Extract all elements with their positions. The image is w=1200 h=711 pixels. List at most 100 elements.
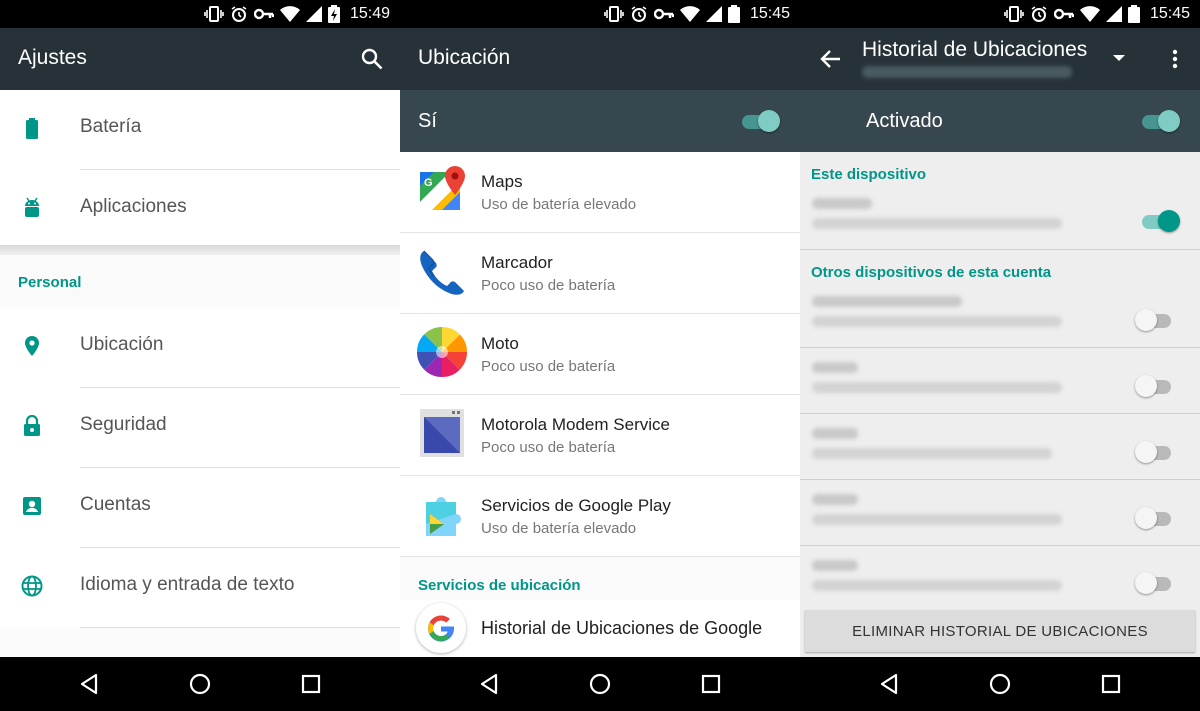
device-toggle[interactable] xyxy=(1140,209,1180,233)
list-item-marcador[interactable]: Marcador Poco uso de batería xyxy=(400,233,800,314)
settings-item-label: Ubicación xyxy=(80,334,164,355)
device-row[interactable] xyxy=(800,546,1200,612)
recents-nav-icon[interactable] xyxy=(697,670,725,698)
signal-icon xyxy=(1105,6,1122,22)
account-icon xyxy=(23,497,41,515)
alarm-icon xyxy=(1031,6,1047,22)
status-bar: 15:45 xyxy=(400,0,800,28)
settings-item-bateria[interactable]: Batería xyxy=(0,90,400,170)
vibrate-icon xyxy=(1004,6,1024,22)
account-dropdown-button[interactable] xyxy=(1105,44,1133,72)
location-history-screen: 15:45 Historial de Ubicaciones Activado … xyxy=(800,0,1200,711)
key-icon xyxy=(253,8,274,20)
location-pin-icon xyxy=(25,336,39,356)
app-bar: Historial de Ubicaciones xyxy=(800,28,1200,90)
app-name: Moto xyxy=(481,334,519,353)
section-header-personal: Personal xyxy=(18,274,82,291)
home-nav-icon[interactable] xyxy=(986,670,1014,698)
home-nav-icon[interactable] xyxy=(186,670,214,698)
master-switch-bar[interactable]: Sí xyxy=(400,90,800,152)
arrow-back-icon xyxy=(820,50,840,68)
device-detail-blurred xyxy=(812,316,1062,327)
device-name-blurred xyxy=(812,494,858,505)
section-divider xyxy=(0,245,400,255)
device-row[interactable] xyxy=(800,414,1200,480)
search-button[interactable] xyxy=(358,45,386,73)
settings-item-label: Aplicaciones xyxy=(80,196,187,217)
device-toggle[interactable] xyxy=(1135,571,1175,595)
vibrate-icon xyxy=(604,6,624,22)
google-icon xyxy=(416,603,466,653)
list-item-play-services[interactable]: Servicios de Google Play Uso de batería … xyxy=(400,476,800,557)
dropdown-arrow-icon xyxy=(1113,55,1125,61)
alarm-icon xyxy=(231,6,247,22)
device-toggle[interactable] xyxy=(1135,440,1175,464)
recents-nav-icon[interactable] xyxy=(1097,670,1125,698)
overflow-menu-button[interactable] xyxy=(1161,45,1189,73)
device-name-blurred xyxy=(812,296,962,307)
wifi-icon xyxy=(1079,6,1100,22)
back-nav-icon[interactable] xyxy=(876,670,904,698)
app-battery-usage: Uso de batería elevado xyxy=(481,520,637,537)
navigation-bar xyxy=(400,657,800,711)
location-toggle[interactable] xyxy=(740,109,780,133)
maps-icon: G xyxy=(420,166,465,210)
toggle-thumb xyxy=(1158,110,1180,132)
settings-list-device: Batería Aplicaciones xyxy=(0,90,400,250)
history-toggle[interactable] xyxy=(1140,109,1180,133)
device-toggle[interactable] xyxy=(1135,308,1175,332)
back-button[interactable] xyxy=(817,45,845,73)
device-toggle[interactable] xyxy=(1135,374,1175,398)
device-row[interactable] xyxy=(800,348,1200,414)
battery-icon xyxy=(1127,5,1140,23)
device-row[interactable] xyxy=(800,184,1200,250)
section-header-this-device: Este dispositivo xyxy=(811,166,927,183)
settings-list-personal: Ubicación Seguridad Cuentas Idioma y ent… xyxy=(0,308,400,628)
app-name: Marcador xyxy=(481,253,553,272)
list-item-google-location-history[interactable]: Historial de Ubicaciones de Google xyxy=(400,600,800,657)
phone-icon xyxy=(420,250,464,295)
globe-icon xyxy=(21,575,43,597)
status-bar: 15:45 xyxy=(800,0,1200,28)
list-item-moto[interactable]: Moto Poco uso de batería xyxy=(400,314,800,395)
svg-text:G: G xyxy=(424,177,433,189)
back-nav-icon[interactable] xyxy=(76,670,104,698)
master-switch-bar[interactable]: Activado xyxy=(800,90,1200,152)
toggle-thumb xyxy=(1135,309,1157,331)
list-item-modem-service[interactable]: Motorola Modem Service Poco uso de bater… xyxy=(400,395,800,476)
switch-label: Activado xyxy=(866,110,943,132)
settings-item-idioma[interactable]: Idioma y entrada de texto xyxy=(0,548,400,628)
delete-history-button[interactable]: ELIMINAR HISTORIAL DE UBICACIONES xyxy=(805,610,1195,652)
device-row[interactable] xyxy=(800,282,1200,348)
page-title: Historial de Ubicaciones xyxy=(862,38,1088,61)
account-email-blurred xyxy=(862,66,1072,78)
device-name-blurred xyxy=(812,198,872,209)
recents-nav-icon[interactable] xyxy=(297,670,325,698)
settings-item-aplicaciones[interactable]: Aplicaciones xyxy=(0,170,400,250)
wifi-icon xyxy=(279,6,300,22)
key-icon xyxy=(653,8,674,20)
device-detail-blurred xyxy=(812,382,1062,393)
settings-item-label: Idioma y entrada de texto xyxy=(80,574,295,595)
device-detail-blurred xyxy=(812,514,1062,525)
back-nav-icon[interactable] xyxy=(476,670,504,698)
lock-icon xyxy=(24,414,40,436)
home-nav-icon[interactable] xyxy=(586,670,614,698)
app-battery-usage: Poco uso de batería xyxy=(481,358,616,375)
location-screen: 15:45 Ubicación Sí G Maps Uso de batería… xyxy=(400,0,800,711)
page-title: Ubicación xyxy=(418,46,511,69)
switch-label: Sí xyxy=(418,110,437,132)
device-toggle[interactable] xyxy=(1135,506,1175,530)
app-battery-usage: Poco uso de batería xyxy=(481,277,616,294)
settings-item-cuentas[interactable]: Cuentas xyxy=(0,468,400,548)
clock: 15:45 xyxy=(749,5,790,22)
signal-icon xyxy=(305,6,322,22)
device-name-blurred xyxy=(812,428,858,439)
settings-item-seguridad[interactable]: Seguridad xyxy=(0,388,400,468)
battery-charging-icon xyxy=(327,5,340,23)
device-row[interactable] xyxy=(800,480,1200,546)
settings-item-ubicacion[interactable]: Ubicación xyxy=(0,308,400,388)
app-bar: Ajustes xyxy=(0,28,400,90)
list-item-maps[interactable]: G Maps Uso de batería elevado xyxy=(400,152,800,233)
section-header-other-devices: Otros dispositivos de esta cuenta xyxy=(811,264,1052,281)
